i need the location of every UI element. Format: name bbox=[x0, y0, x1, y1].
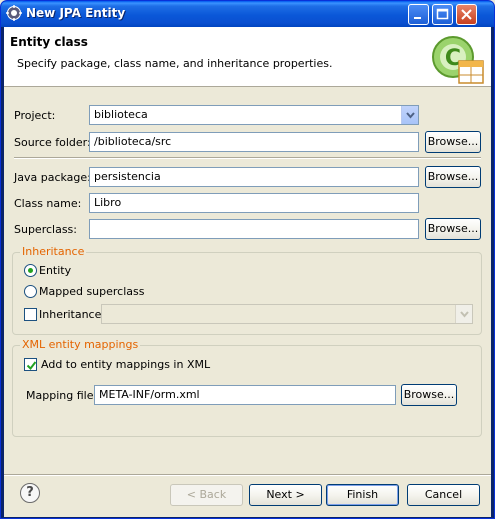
java-package-label: Java package: bbox=[14, 171, 91, 184]
cancel-button[interactable]: Cancel bbox=[407, 484, 480, 506]
inheritance-checkbox[interactable] bbox=[24, 308, 37, 321]
class-name-field[interactable]: Libro bbox=[89, 193, 419, 213]
java-package-browse-button[interactable]: Browse... bbox=[425, 166, 481, 188]
project-dropdown-button[interactable] bbox=[401, 106, 418, 124]
java-package-field[interactable]: persistencia bbox=[89, 167, 419, 187]
maximize-icon bbox=[436, 8, 449, 20]
superclass-label: Superclass: bbox=[14, 223, 77, 236]
wizard-banner: Entity class Specify package, class name… bbox=[4, 27, 491, 87]
java-package-value: persistencia bbox=[94, 170, 161, 183]
minimize-icon bbox=[414, 17, 421, 19]
project-value: biblioteca bbox=[94, 108, 148, 121]
close-icon bbox=[461, 9, 472, 20]
dialog-window: New JPA Entity Entity class Specify pack… bbox=[0, 0, 495, 519]
separator bbox=[14, 157, 481, 159]
dialog-client-area: Entity class Specify package, class name… bbox=[4, 27, 491, 517]
banner-description: Specify package, class name, and inherit… bbox=[17, 57, 333, 70]
mapping-file-browse-button[interactable]: Browse... bbox=[401, 384, 457, 406]
back-button[interactable]: < Back bbox=[170, 484, 243, 506]
class-name-value: Libro bbox=[94, 196, 122, 209]
xml-mappings-group-title: XML entity mappings bbox=[20, 338, 141, 351]
jpa-entity-wizard-icon: C bbox=[432, 36, 484, 84]
mapping-file-value: META-INF/orm.xml bbox=[99, 388, 200, 401]
inheritance-group-title: Inheritance bbox=[20, 245, 87, 258]
eclipse-gear-icon bbox=[6, 5, 22, 21]
source-folder-label: Source folder: bbox=[14, 136, 91, 149]
banner-title: Entity class bbox=[10, 35, 88, 49]
add-to-xml-label[interactable]: Add to entity mappings in XML bbox=[41, 358, 210, 371]
minimize-button[interactable] bbox=[408, 4, 429, 25]
close-button[interactable] bbox=[456, 4, 477, 25]
entity-radio-label[interactable]: Entity bbox=[39, 264, 71, 277]
maximize-button[interactable] bbox=[432, 4, 453, 25]
superclass-field[interactable] bbox=[89, 219, 419, 239]
class-name-label: Class name: bbox=[14, 197, 82, 210]
mapped-superclass-radio[interactable] bbox=[24, 285, 37, 298]
chevron-down-icon bbox=[460, 311, 469, 318]
project-combo[interactable]: biblioteca bbox=[89, 105, 419, 125]
chevron-down-icon bbox=[406, 112, 415, 119]
title-bar[interactable]: New JPA Entity bbox=[1, 1, 494, 27]
mapped-superclass-radio-label[interactable]: Mapped superclass bbox=[39, 285, 144, 298]
next-button[interactable]: Next > bbox=[249, 484, 322, 506]
window-title: New JPA Entity bbox=[26, 6, 126, 20]
add-to-xml-checkbox[interactable] bbox=[24, 358, 37, 371]
footer-separator bbox=[4, 474, 491, 476]
superclass-browse-button[interactable]: Browse... bbox=[425, 218, 481, 240]
finish-button[interactable]: Finish bbox=[326, 484, 399, 506]
inheritance-dropdown-button[interactable] bbox=[455, 305, 472, 323]
mapping-file-label: Mapping file: bbox=[26, 389, 98, 402]
source-folder-value: /biblioteca/src bbox=[94, 135, 172, 148]
mapping-file-field[interactable]: META-INF/orm.xml bbox=[94, 385, 396, 405]
project-label: Project: bbox=[14, 109, 56, 122]
inheritance-checkbox-label[interactable]: Inheritance: bbox=[39, 308, 105, 321]
inheritance-strategy-combo[interactable] bbox=[101, 304, 473, 324]
entity-radio[interactable] bbox=[24, 264, 37, 277]
help-icon[interactable]: ? bbox=[20, 483, 40, 503]
checkmark-icon bbox=[26, 361, 37, 371]
source-folder-browse-button[interactable]: Browse... bbox=[425, 131, 481, 153]
source-folder-field[interactable]: /biblioteca/src bbox=[89, 132, 419, 152]
